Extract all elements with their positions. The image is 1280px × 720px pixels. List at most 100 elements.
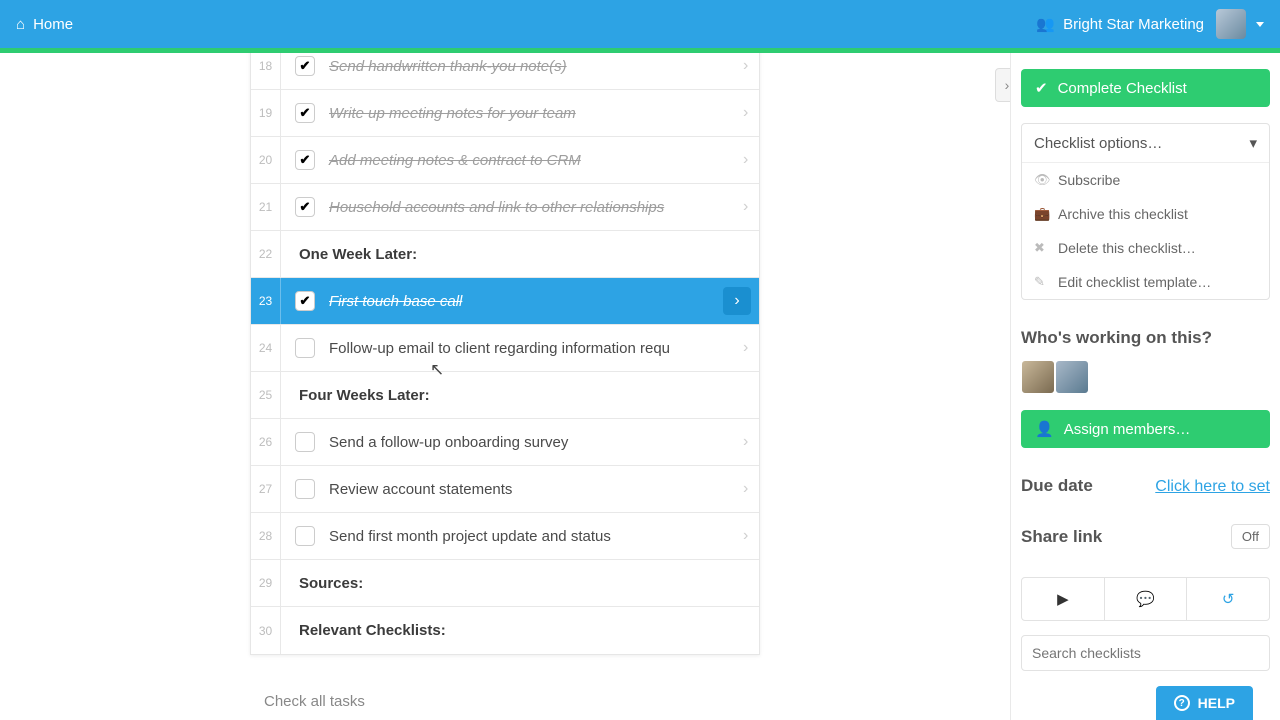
heading-title: One Week Later: xyxy=(281,234,759,275)
user-menu[interactable] xyxy=(1216,9,1264,39)
chevron-right-icon[interactable]: › xyxy=(743,480,759,498)
task-row[interactable]: 26Send a follow-up onboarding survey› xyxy=(251,419,759,466)
section-heading-row[interactable]: 25Four Weeks Later: xyxy=(251,372,759,419)
task-row[interactable]: 19 Write up meeting notes for your team› xyxy=(251,90,759,137)
section-heading-row[interactable]: 30Relevant Checklists: xyxy=(251,607,759,654)
checklist-options: Checklist options… ▾ 👁 Subscribe 💼 Archi… xyxy=(1021,123,1270,300)
share-toggle[interactable]: Off xyxy=(1231,524,1270,549)
tab-history[interactable]: ↺ xyxy=(1187,578,1269,620)
task-row[interactable]: 18Send handwritten thank-you note(s)› xyxy=(251,53,759,90)
home-icon: ⌂ xyxy=(16,16,25,33)
task-title: Write up meeting notes for your team xyxy=(329,93,743,134)
play-icon: ▶ xyxy=(1057,591,1069,608)
complete-checklist-button[interactable]: ✔ Complete Checklist xyxy=(1021,69,1270,107)
task-row[interactable]: 23 First touch base call› xyxy=(251,278,759,325)
heading-title: Relevant Checklists: xyxy=(281,610,759,651)
option-label: Archive this checklist xyxy=(1058,206,1188,222)
option-label: Edit checklist template… xyxy=(1058,274,1211,290)
home-link[interactable]: ⌂ Home xyxy=(16,16,73,33)
briefcase-icon: 💼 xyxy=(1034,206,1048,222)
assignee-avatars xyxy=(1021,360,1270,394)
search-checklists-input[interactable] xyxy=(1021,635,1270,671)
assign-members-button[interactable]: 👤 Assign members… xyxy=(1021,410,1270,448)
home-label: Home xyxy=(33,16,73,33)
row-number: 30 xyxy=(251,607,281,654)
chevron-right-icon[interactable]: › xyxy=(723,287,751,315)
task-row[interactable]: 24Follow-up email to client regarding in… xyxy=(251,325,759,372)
main-area: 18Send handwritten thank-you note(s)›19 W… xyxy=(0,53,1010,720)
row-number: 24 xyxy=(251,325,281,371)
chevron-right-icon[interactable]: › xyxy=(743,198,759,216)
chevron-down-icon: ▾ xyxy=(1249,134,1257,152)
share-link-label: Share link xyxy=(1021,527,1102,547)
help-button[interactable]: ? HELP xyxy=(1156,686,1253,720)
task-checkbox[interactable] xyxy=(295,479,315,499)
option-subscribe[interactable]: 👁 Subscribe xyxy=(1022,163,1269,197)
check-all-link[interactable]: Check all tasks xyxy=(250,675,760,720)
row-number: 27 xyxy=(251,466,281,512)
side-panel: ✔ Complete Checklist Checklist options… … xyxy=(1010,53,1280,720)
users-icon: 👥 xyxy=(1036,15,1055,33)
task-row[interactable]: 27Review account statements› xyxy=(251,466,759,513)
chevron-down-icon xyxy=(1256,22,1264,27)
task-checkbox[interactable] xyxy=(295,56,315,76)
option-delete[interactable]: ✖ Delete this checklist… xyxy=(1022,231,1269,265)
task-checkbox[interactable] xyxy=(295,291,315,311)
chevron-right-icon[interactable]: › xyxy=(743,339,759,357)
history-icon: ↺ xyxy=(1222,591,1235,608)
avatar[interactable] xyxy=(1021,360,1055,394)
topbar: ⌂ Home 👥 Bright Star Marketing xyxy=(0,0,1280,48)
task-title: Add meeting notes & contract to CRM xyxy=(329,140,743,181)
org-label: Bright Star Marketing xyxy=(1063,16,1204,33)
section-heading-row[interactable]: 29Sources: xyxy=(251,560,759,607)
chat-icon: 💬 xyxy=(1136,591,1155,608)
avatar[interactable] xyxy=(1055,360,1089,394)
row-number: 29 xyxy=(251,560,281,606)
option-edit-template[interactable]: ✎ Edit checklist template… xyxy=(1022,265,1269,299)
task-row[interactable]: 20 Add meeting notes & contract to CRM› xyxy=(251,137,759,184)
check-icon: ✔ xyxy=(1035,79,1048,97)
row-number: 20 xyxy=(251,137,281,183)
due-date-label: Due date xyxy=(1021,476,1093,496)
row-number: 22 xyxy=(251,231,281,277)
tab-comments[interactable]: 💬 xyxy=(1105,578,1188,620)
tab-play[interactable]: ▶ xyxy=(1022,578,1105,620)
assign-label: Assign members… xyxy=(1064,421,1191,438)
task-title: Send first month project update and stat… xyxy=(329,516,743,557)
option-label: Subscribe xyxy=(1058,172,1120,188)
task-checkbox[interactable] xyxy=(295,432,315,452)
task-row[interactable]: 21Household accounts and link to other r… xyxy=(251,184,759,231)
section-heading-row[interactable]: 22One Week Later: xyxy=(251,231,759,278)
task-checkbox[interactable] xyxy=(295,103,315,123)
help-icon: ? xyxy=(1174,695,1190,711)
row-number: 18 xyxy=(251,53,281,89)
chevron-right-icon[interactable]: › xyxy=(743,433,759,451)
option-label: Delete this checklist… xyxy=(1058,240,1196,256)
task-checkbox[interactable] xyxy=(295,526,315,546)
org-link[interactable]: 👥 Bright Star Marketing xyxy=(1036,15,1204,33)
task-title: First touch base call xyxy=(329,281,723,322)
task-checkbox[interactable] xyxy=(295,150,315,170)
row-number: 28 xyxy=(251,513,281,559)
delete-icon: ✖ xyxy=(1034,240,1048,256)
heading-title: Sources: xyxy=(281,563,759,604)
row-number: 19 xyxy=(251,90,281,136)
set-due-date-link[interactable]: Click here to set xyxy=(1155,478,1270,496)
task-title: Send a follow-up onboarding survey xyxy=(329,422,743,463)
chevron-right-icon[interactable]: › xyxy=(743,57,759,75)
chevron-right-icon[interactable]: › xyxy=(743,527,759,545)
task-checkbox[interactable] xyxy=(295,338,315,358)
row-number: 25 xyxy=(251,372,281,418)
chevron-right-icon[interactable]: › xyxy=(743,151,759,169)
task-row[interactable]: 28 Send first month project update and st… xyxy=(251,513,759,560)
chevron-right-icon[interactable]: › xyxy=(743,104,759,122)
pencil-icon: ✎ xyxy=(1034,274,1048,290)
heading-title: Four Weeks Later: xyxy=(281,375,759,416)
row-number: 23 xyxy=(251,278,281,324)
option-archive[interactable]: 💼 Archive this checklist xyxy=(1022,197,1269,231)
options-toggle[interactable]: Checklist options… ▾ xyxy=(1022,124,1269,163)
task-checkbox[interactable] xyxy=(295,197,315,217)
chevron-right-icon: › xyxy=(1005,77,1010,93)
user-icon: 👤 xyxy=(1035,420,1054,438)
checklist: 18Send handwritten thank-you note(s)›19 W… xyxy=(250,53,760,655)
